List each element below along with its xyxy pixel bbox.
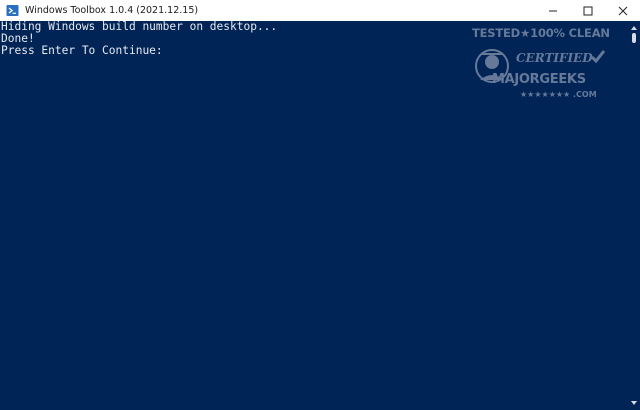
title-bar[interactable]: Windows Toolbox 1.0.4 (2021.12.15) xyxy=(0,0,640,21)
maximize-icon xyxy=(583,1,593,20)
close-button[interactable] xyxy=(605,0,640,21)
watermark-certified-text: CERTIFIED xyxy=(516,51,593,65)
window-controls xyxy=(535,0,640,21)
checkmark-icon xyxy=(590,48,606,68)
maximize-button[interactable] xyxy=(570,0,605,21)
vertical-scrollbar[interactable] xyxy=(628,21,640,410)
close-icon xyxy=(618,1,628,20)
powershell-window: Windows Toolbox 1.0.4 (2021.12.15) Hidin… xyxy=(0,0,640,410)
majorgeeks-watermark: TESTED★100% CLEAN CERTIFIED MAJORGEEKS ★… xyxy=(472,26,610,106)
watermark-bottom-text: ★★★★★★★ .COM xyxy=(520,90,597,99)
mascot-seal-icon xyxy=(472,40,512,96)
powershell-icon xyxy=(6,4,19,17)
watermark-top-text: TESTED★100% CLEAN xyxy=(472,26,610,40)
minimize-button[interactable] xyxy=(535,0,570,21)
watermark-brand-text: MAJORGEEKS xyxy=(492,72,586,87)
window-title: Windows Toolbox 1.0.4 (2021.12.15) xyxy=(25,5,199,16)
scroll-up-icon[interactable] xyxy=(630,24,638,32)
scroll-thumb[interactable] xyxy=(632,33,636,43)
minimize-icon xyxy=(548,1,558,20)
scroll-down-icon[interactable] xyxy=(630,399,638,407)
